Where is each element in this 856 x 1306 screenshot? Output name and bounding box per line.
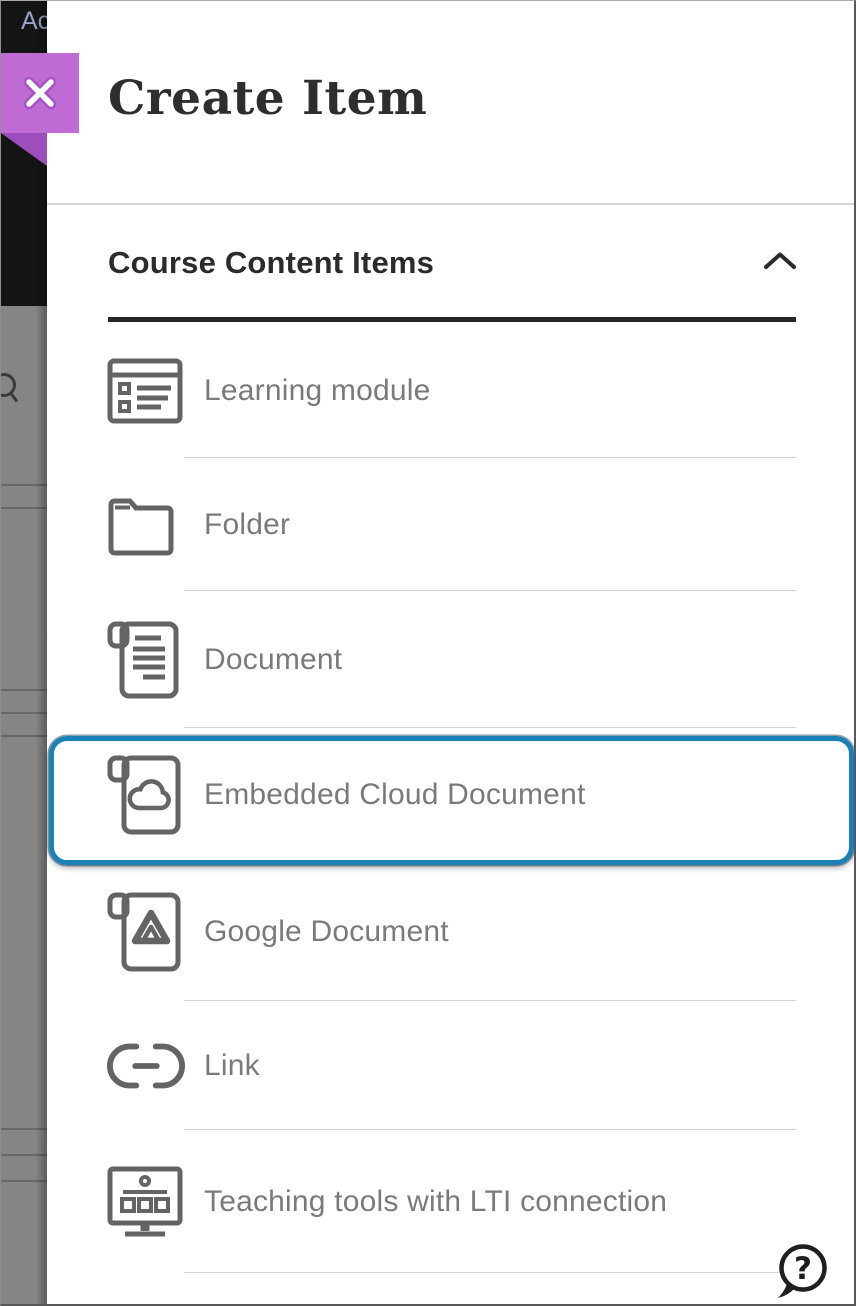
item-label: Embedded Cloud Document: [204, 778, 586, 812]
panel-drop-shadow: [36, 1, 47, 1304]
list-item-lti-tools[interactable]: Teaching tools with LTI connection: [47, 1130, 856, 1273]
list-item-google-document[interactable]: Google Document: [47, 862, 856, 1001]
item-label: Teaching tools with LTI connection: [204, 1185, 667, 1219]
close-button[interactable]: [1, 53, 79, 133]
google-document-icon: [107, 892, 185, 972]
page-title: Create Item: [108, 71, 427, 126]
link-icon: [107, 1042, 185, 1090]
list-item-learning-module[interactable]: Learning module: [47, 323, 856, 458]
list-item-folder[interactable]: Folder: [47, 458, 856, 591]
learning-module-icon: [107, 358, 185, 424]
question-mark-glyph: ?: [794, 1251, 812, 1287]
folder-icon: [107, 494, 185, 556]
section-label: Course Content Items: [108, 245, 434, 281]
item-label: Document: [204, 643, 342, 677]
cloud-document-icon: [107, 755, 185, 835]
title-divider: [47, 203, 856, 205]
document-icon: [107, 621, 185, 699]
search-icon: [1, 369, 21, 411]
list-item-link[interactable]: Link: [47, 1001, 856, 1130]
create-item-panel: Create Item Course Content Items: [47, 1, 856, 1306]
list-item-embedded-cloud-document[interactable]: Embedded Cloud Document: [47, 728, 856, 862]
list-item-document[interactable]: Document: [47, 591, 856, 728]
help-button[interactable]: ?: [773, 1243, 829, 1299]
item-label: Folder: [204, 508, 290, 542]
lti-tools-icon: [107, 1165, 185, 1239]
create-item-screen: Ac Create Item Course Content Items: [0, 0, 856, 1306]
chevron-up-icon[interactable]: [763, 251, 797, 271]
close-icon: [18, 71, 62, 115]
backdrop-page-sliver: Ac: [1, 1, 47, 1304]
item-label: Learning module: [204, 374, 431, 408]
section-course-content-items[interactable]: Course Content Items: [47, 239, 856, 285]
section-underline: [108, 317, 796, 322]
row-divider: [184, 1272, 796, 1274]
item-label: Google Document: [204, 915, 449, 949]
item-label: Link: [204, 1049, 260, 1083]
